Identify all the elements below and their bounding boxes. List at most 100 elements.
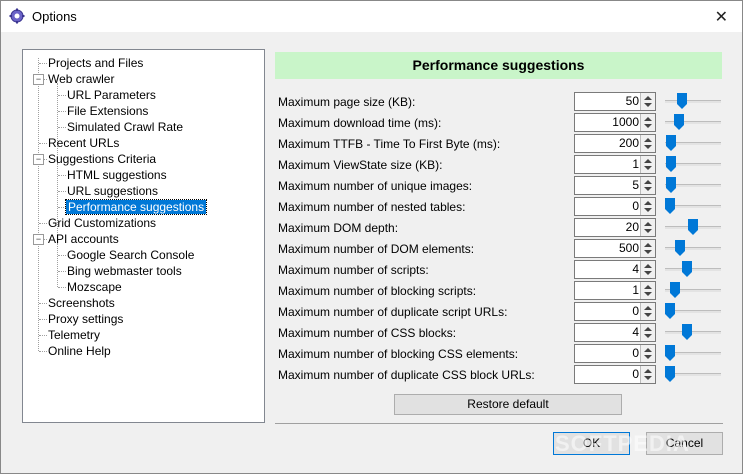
setting-spinbox[interactable]: 0 <box>574 344 656 363</box>
arrow-down-icon[interactable] <box>644 271 652 275</box>
tree-item-mozscape[interactable]: Mozscape <box>66 279 123 295</box>
setting-spinbox[interactable]: 4 <box>574 323 656 342</box>
setting-slider[interactable] <box>665 155 721 174</box>
spinner-arrows[interactable] <box>640 324 655 341</box>
arrow-up-icon[interactable] <box>644 369 652 373</box>
spinner-arrows[interactable] <box>640 345 655 362</box>
spinner-arrows[interactable] <box>640 93 655 110</box>
setting-value[interactable]: 200 <box>619 135 639 152</box>
setting-value[interactable]: 1000 <box>612 114 639 131</box>
slider-thumb-icon[interactable] <box>682 261 692 277</box>
setting-slider[interactable] <box>665 302 721 321</box>
setting-value[interactable]: 50 <box>626 93 639 110</box>
setting-spinbox[interactable]: 0 <box>574 365 656 384</box>
setting-slider[interactable] <box>665 323 721 342</box>
tree-item-url-parameters[interactable]: URL Parameters <box>66 87 157 103</box>
tree-item-file-extensions[interactable]: File Extensions <box>66 103 149 119</box>
arrow-up-icon[interactable] <box>644 180 652 184</box>
slider-thumb-icon[interactable] <box>665 345 675 361</box>
spinner-arrows[interactable] <box>640 366 655 383</box>
setting-slider[interactable] <box>665 344 721 363</box>
tree-item-web-crawler[interactable]: Web crawler <box>47 71 115 87</box>
setting-spinbox[interactable]: 0 <box>574 197 656 216</box>
setting-slider[interactable] <box>665 260 721 279</box>
setting-value[interactable]: 0 <box>632 198 639 215</box>
arrow-down-icon[interactable] <box>644 208 652 212</box>
arrow-up-icon[interactable] <box>644 348 652 352</box>
slider-track[interactable] <box>665 247 721 250</box>
arrow-down-icon[interactable] <box>644 187 652 191</box>
spinner-arrows[interactable] <box>640 303 655 320</box>
tree-item-google-search-console[interactable]: Google Search Console <box>66 247 195 263</box>
slider-thumb-icon[interactable] <box>670 282 680 298</box>
arrow-down-icon[interactable] <box>644 250 652 254</box>
tree-item-telemetry[interactable]: Telemetry <box>47 327 101 343</box>
slider-thumb-icon[interactable] <box>677 93 687 109</box>
slider-track[interactable] <box>665 100 721 103</box>
setting-slider[interactable] <box>665 239 721 258</box>
slider-thumb-icon[interactable] <box>665 366 675 382</box>
spinner-arrows[interactable] <box>640 261 655 278</box>
spinner-arrows[interactable] <box>640 114 655 131</box>
setting-slider[interactable] <box>665 134 721 153</box>
arrow-down-icon[interactable] <box>644 334 652 338</box>
setting-value[interactable]: 0 <box>632 366 639 383</box>
slider-thumb-icon[interactable] <box>682 324 692 340</box>
setting-slider[interactable] <box>665 92 721 111</box>
setting-spinbox[interactable]: 1 <box>574 281 656 300</box>
tree-item-simulated-crawl-rate[interactable]: Simulated Crawl Rate <box>66 119 184 135</box>
spinner-arrows[interactable] <box>640 198 655 215</box>
slider-thumb-icon[interactable] <box>688 219 698 235</box>
arrow-down-icon[interactable] <box>644 166 652 170</box>
collapse-icon[interactable]: − <box>33 154 44 165</box>
setting-value[interactable]: 4 <box>632 261 639 278</box>
setting-spinbox[interactable]: 1 <box>574 155 656 174</box>
setting-value[interactable]: 0 <box>632 345 639 362</box>
spinner-arrows[interactable] <box>640 240 655 257</box>
setting-spinbox[interactable]: 50 <box>574 92 656 111</box>
spinner-arrows[interactable] <box>640 156 655 173</box>
cancel-button[interactable]: Cancel <box>646 432 723 455</box>
setting-spinbox[interactable]: 20 <box>574 218 656 237</box>
setting-spinbox[interactable]: 0 <box>574 302 656 321</box>
slider-thumb-icon[interactable] <box>666 177 676 193</box>
arrow-up-icon[interactable] <box>644 306 652 310</box>
setting-value[interactable]: 1 <box>632 156 639 173</box>
setting-slider[interactable] <box>665 197 721 216</box>
setting-spinbox[interactable]: 4 <box>574 260 656 279</box>
tree-item-performance-suggestions[interactable]: Performance suggestions <box>64 199 208 215</box>
slider-thumb-icon[interactable] <box>666 135 676 151</box>
spinner-arrows[interactable] <box>640 177 655 194</box>
setting-value[interactable]: 1 <box>632 282 639 299</box>
slider-track[interactable] <box>665 268 721 271</box>
arrow-up-icon[interactable] <box>644 327 652 331</box>
ok-button[interactable]: OK <box>553 432 630 455</box>
setting-slider[interactable] <box>665 218 721 237</box>
arrow-up-icon[interactable] <box>644 285 652 289</box>
arrow-up-icon[interactable] <box>644 243 652 247</box>
arrow-down-icon[interactable] <box>644 376 652 380</box>
tree-item-html-suggestions[interactable]: HTML suggestions <box>66 167 168 183</box>
spinner-arrows[interactable] <box>640 219 655 236</box>
slider-thumb-icon[interactable] <box>674 114 684 130</box>
setting-value[interactable]: 500 <box>619 240 639 257</box>
arrow-up-icon[interactable] <box>644 96 652 100</box>
close-icon[interactable]: ✕ <box>715 7 728 27</box>
slider-track[interactable] <box>665 331 721 334</box>
spinner-arrows[interactable] <box>640 135 655 152</box>
arrow-up-icon[interactable] <box>644 159 652 163</box>
setting-slider[interactable] <box>665 176 721 195</box>
tree-item-online-help[interactable]: Online Help <box>47 343 112 359</box>
tree-item-grid-customizations[interactable]: Grid Customizations <box>47 215 157 231</box>
arrow-up-icon[interactable] <box>644 117 652 121</box>
restore-default-button[interactable]: Restore default <box>394 394 622 415</box>
setting-spinbox[interactable]: 200 <box>574 134 656 153</box>
arrow-down-icon[interactable] <box>644 229 652 233</box>
arrow-up-icon[interactable] <box>644 264 652 268</box>
setting-spinbox[interactable]: 5 <box>574 176 656 195</box>
setting-slider[interactable] <box>665 113 721 132</box>
setting-value[interactable]: 5 <box>632 177 639 194</box>
spinner-arrows[interactable] <box>640 282 655 299</box>
tree-item-projects-and-files[interactable]: Projects and Files <box>47 55 144 71</box>
tree-item-suggestions-criteria[interactable]: Suggestions Criteria <box>47 151 157 167</box>
